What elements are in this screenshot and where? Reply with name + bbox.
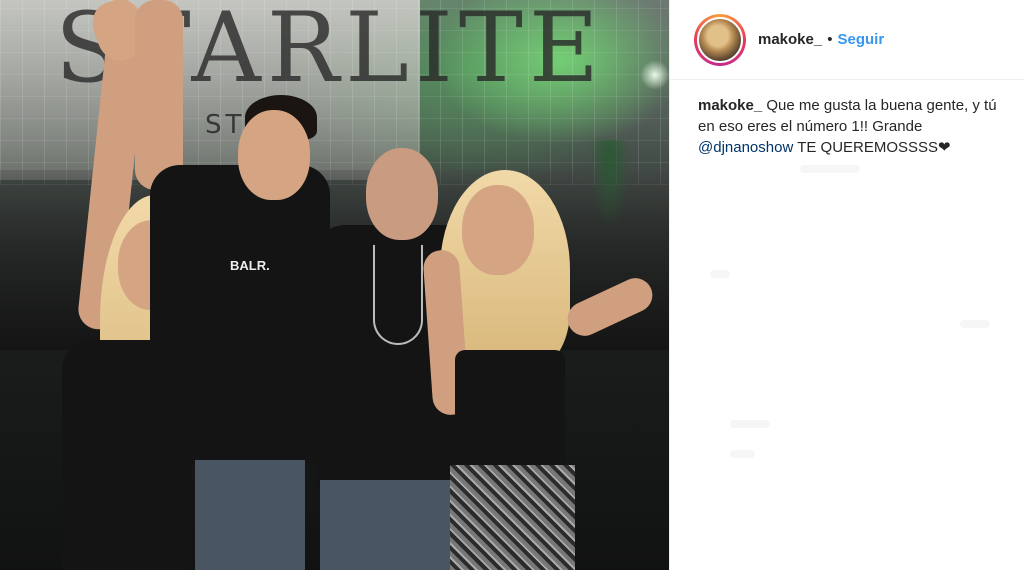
post-side-panel: makoke_ • Seguir makoke_ Que me gusta la… (669, 0, 1024, 570)
faded-comment-line (800, 165, 860, 173)
follow-button[interactable]: Seguir (837, 31, 884, 48)
post-header: makoke_ • Seguir (670, 0, 1024, 80)
post-photo[interactable]: STARLITE STIVA BALR. (0, 0, 669, 570)
post-caption: makoke_ Que me gusta la buena gente, y t… (698, 95, 1003, 158)
caption-mention[interactable]: @djnanoshow (698, 139, 793, 156)
header-separator: • (827, 31, 833, 48)
instagram-post: STARLITE STIVA BALR. (0, 0, 1024, 570)
header-username[interactable]: makoke_ (758, 31, 822, 48)
faded-comment-line (710, 270, 730, 278)
avatar-ring-icon[interactable] (694, 13, 746, 66)
caption-username[interactable]: makoke_ (698, 97, 762, 114)
faded-comment-line (730, 420, 770, 428)
faded-comment-line (960, 320, 990, 328)
faded-comment-line (730, 450, 755, 458)
person-right-woman (0, 0, 669, 570)
avatar[interactable] (697, 16, 743, 63)
caption-text-end: TE QUEREMOSSSS❤ (793, 139, 951, 156)
